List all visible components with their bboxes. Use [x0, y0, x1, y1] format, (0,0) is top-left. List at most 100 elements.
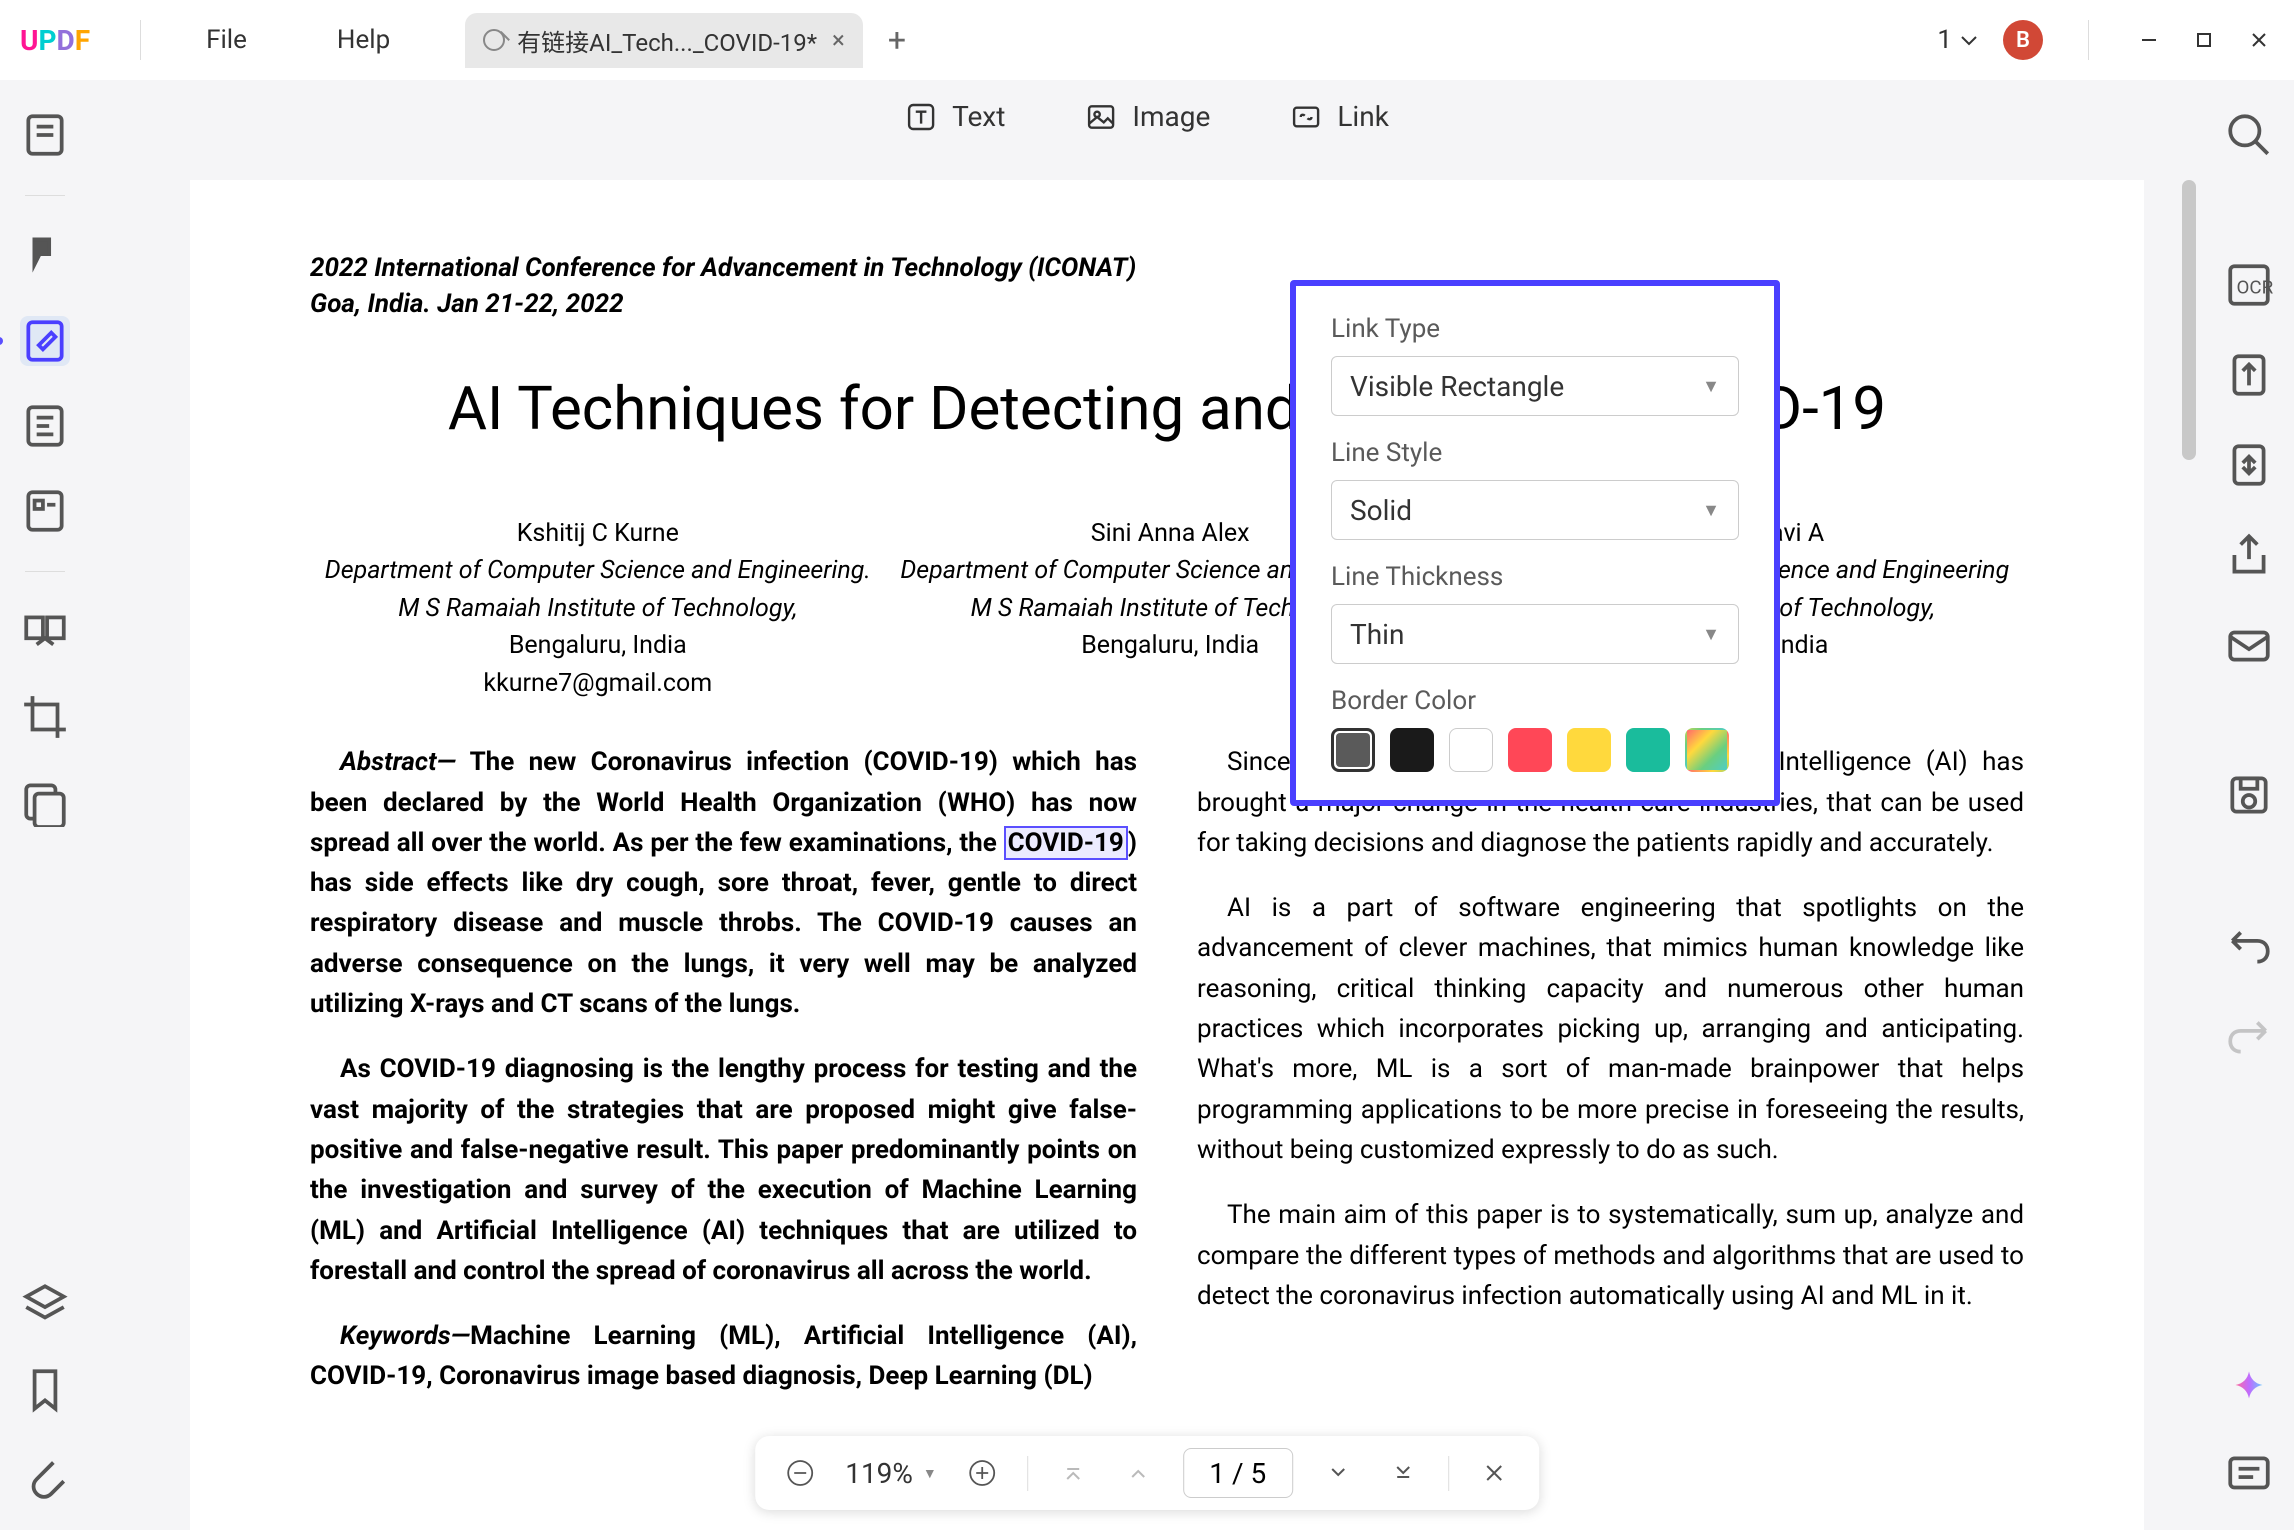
link-properties-popup: Link Type Visible Rectangle ▼ Line Style…: [1290, 280, 1780, 806]
link-type-select[interactable]: Visible Rectangle ▼: [1331, 356, 1739, 416]
tab-close-icon[interactable]: ×: [832, 26, 845, 54]
compress-button[interactable]: [2224, 440, 2274, 490]
tab-title: 有链接AI_Tech..._COVID-19*: [517, 23, 817, 58]
divider: [25, 195, 65, 196]
window-counter[interactable]: 1: [1937, 25, 1978, 55]
close-controls-button[interactable]: [1474, 1453, 1514, 1493]
color-swatch-yellow[interactable]: [1567, 728, 1611, 772]
color-swatch-teal[interactable]: [1626, 728, 1670, 772]
attachment-tool[interactable]: [20, 1450, 70, 1500]
chevron-down-icon: [1326, 1461, 1350, 1485]
organize-tool[interactable]: [20, 607, 70, 657]
layers-tool[interactable]: [20, 1280, 70, 1330]
document-viewport[interactable]: IEEE | DOI: 10.1109/ICONAT53423.2022.972…: [190, 180, 2144, 1530]
link-annotation[interactable]: COVID-19: [1004, 826, 1128, 860]
right-column: Since Machine Learning (ML) and Artifici…: [1197, 742, 2024, 1421]
chevron-down-icon: ▼: [1702, 500, 1720, 521]
reader-tool[interactable]: [20, 110, 70, 160]
divider: [25, 571, 65, 572]
edit-toolbar: Text Image Link: [905, 100, 1389, 133]
first-page-icon: [1061, 1461, 1085, 1485]
ai-sparkle-icon: [2231, 1367, 2267, 1403]
divider: [140, 20, 141, 60]
link-icon: [1290, 101, 1322, 133]
titlebar: UPDF File Help 有链接AI_Tech..._COVID-19* ×…: [0, 0, 2294, 80]
document-tab[interactable]: 有链接AI_Tech..._COVID-19* ×: [465, 13, 863, 68]
ocr-button[interactable]: OCR: [2224, 260, 2274, 310]
chevron-down-icon: ▼: [1702, 376, 1720, 397]
author-block: Kshitij C Kurne Department of Computer S…: [325, 515, 871, 703]
new-tab-button[interactable]: +: [888, 21, 906, 59]
first-page-button[interactable]: [1053, 1453, 1093, 1493]
maximize-button[interactable]: [2189, 25, 2219, 55]
form-tool[interactable]: [20, 486, 70, 536]
ai-button[interactable]: [2224, 1360, 2274, 1410]
zoom-in-button[interactable]: [962, 1453, 1002, 1493]
chevron-down-icon: [1960, 34, 1978, 46]
menu-file[interactable]: File: [206, 25, 247, 55]
comments-panel-button[interactable]: [2224, 1450, 2274, 1500]
svg-text:OCR: OCR: [2237, 276, 2274, 298]
last-page-button[interactable]: [1383, 1453, 1423, 1493]
pdf-page: IEEE | DOI: 10.1109/ICONAT53423.2022.972…: [190, 180, 2144, 1530]
chevron-up-icon: [1126, 1461, 1150, 1485]
crop-tool[interactable]: [20, 692, 70, 742]
vertical-scrollbar[interactable]: [2182, 180, 2196, 480]
zoom-in-icon: [968, 1459, 996, 1487]
chevron-down-icon: ▼: [1702, 624, 1720, 645]
close-icon: [1483, 1462, 1505, 1484]
text-tool[interactable]: Text: [905, 100, 1005, 133]
share-button[interactable]: [2224, 530, 2274, 580]
minimize-button[interactable]: [2134, 25, 2164, 55]
left-column: Abstract— The new Coronavirus infection …: [310, 742, 1137, 1421]
convert-button[interactable]: [2224, 350, 2274, 400]
color-swatch-red[interactable]: [1508, 728, 1552, 772]
email-button[interactable]: [2224, 620, 2274, 670]
right-sidebar: OCR: [2204, 80, 2294, 1530]
line-thickness-select[interactable]: Thin ▼: [1331, 604, 1739, 664]
undo-button[interactable]: [2224, 920, 2274, 970]
color-swatch-black[interactable]: [1390, 728, 1434, 772]
border-color-label: Border Color: [1331, 686, 1739, 716]
text-icon: [905, 101, 937, 133]
color-swatch-gradient[interactable]: [1685, 728, 1729, 772]
bookmark-tool[interactable]: [20, 1365, 70, 1415]
close-button[interactable]: [2244, 25, 2274, 55]
zoom-out-button[interactable]: [780, 1453, 820, 1493]
redact-tool[interactable]: [20, 777, 70, 827]
page-number-input[interactable]: 1 / 5: [1183, 1448, 1293, 1498]
color-swatch-white[interactable]: [1449, 728, 1493, 772]
left-sidebar: [0, 80, 90, 1530]
zoom-out-icon: [786, 1459, 814, 1487]
menu-help[interactable]: Help: [337, 25, 390, 55]
color-swatch-gray[interactable]: [1331, 728, 1375, 772]
save-button[interactable]: [2224, 770, 2274, 820]
content-area: Text Image Link IEEE | DOI: 10.1109/ICON…: [90, 80, 2204, 1530]
page-tool[interactable]: [20, 401, 70, 451]
user-avatar[interactable]: B: [2003, 20, 2043, 60]
search-button[interactable]: [2224, 110, 2274, 160]
next-page-button[interactable]: [1318, 1453, 1358, 1493]
line-thickness-label: Line Thickness: [1331, 562, 1739, 592]
tab-icon: [483, 29, 505, 51]
minimize-icon: [2139, 30, 2159, 50]
last-page-icon: [1391, 1461, 1415, 1485]
link-type-label: Link Type: [1331, 314, 1739, 344]
divider: [1448, 1456, 1449, 1491]
close-icon: [2249, 30, 2269, 50]
scrollbar-thumb[interactable]: [2182, 180, 2196, 460]
line-style-select[interactable]: Solid ▼: [1331, 480, 1739, 540]
redo-button[interactable]: [2224, 1010, 2274, 1060]
divider: [2088, 20, 2089, 60]
prev-page-button[interactable]: [1118, 1453, 1158, 1493]
link-tool[interactable]: Link: [1290, 100, 1389, 133]
image-icon: [1085, 101, 1117, 133]
chevron-down-icon: ▼: [923, 1465, 937, 1482]
app-logo: UPDF: [20, 24, 90, 57]
image-tool[interactable]: Image: [1085, 100, 1210, 133]
zoom-level[interactable]: 119% ▼: [845, 1457, 937, 1490]
comment-tool[interactable]: [20, 231, 70, 281]
edit-tool[interactable]: [20, 316, 70, 366]
maximize-icon: [2194, 30, 2214, 50]
page-controls-bar: 119% ▼ 1 / 5: [755, 1436, 1539, 1510]
